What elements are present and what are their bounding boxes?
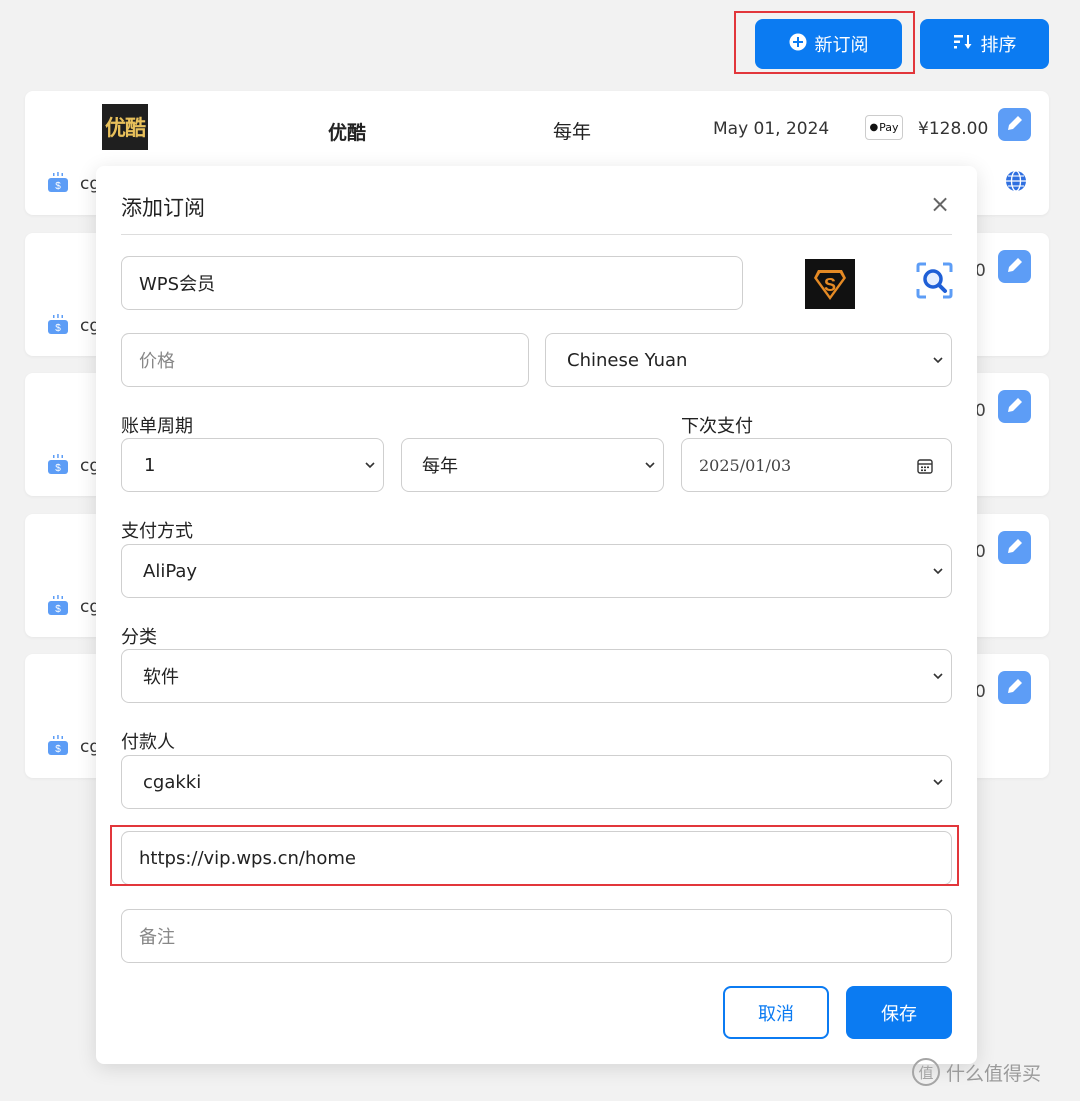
notes-input[interactable]: 备注 [121, 909, 952, 963]
edit-button[interactable] [998, 390, 1031, 423]
pencil-icon [1005, 395, 1025, 419]
currency-select-value: Chinese Yuan [567, 349, 688, 371]
chevron-down-icon [933, 779, 943, 786]
chevron-down-icon [365, 462, 375, 469]
apple-pay-badge: ● Pay [865, 115, 903, 140]
edit-button[interactable] [998, 531, 1031, 564]
subscription-date: May 01, 2024 [713, 119, 830, 139]
url-input-value: https://vip.wps.cn/home [139, 847, 356, 869]
name-input-value: WPS会员 [139, 274, 216, 295]
billing-unit-select[interactable]: 每年 [401, 438, 664, 492]
chevron-down-icon [933, 357, 943, 364]
save-button[interactable]: 保存 [846, 986, 952, 1039]
image-search-icon[interactable] [916, 262, 953, 299]
new-subscription-label: 新订阅 [814, 35, 869, 56]
new-subscription-button[interactable]: 新订阅 [755, 19, 902, 69]
money-icon: $ [48, 595, 68, 615]
payment-method-select[interactable]: AliPay [121, 544, 952, 598]
subscription-logo[interactable]: S [805, 259, 855, 309]
globe-icon[interactable] [1005, 170, 1027, 192]
billing-count-select[interactable]: 1 [121, 438, 384, 492]
category-select[interactable]: 软件 [121, 649, 952, 703]
cancel-button[interactable]: 取消 [723, 986, 829, 1039]
category-label: 分类 [121, 627, 157, 648]
pencil-icon [1005, 255, 1025, 279]
svg-text:$: $ [55, 463, 61, 474]
watermark-text: 什么值得买 [946, 1062, 1042, 1085]
pencil-icon [1005, 536, 1025, 560]
next-payment-date-input[interactable]: 2025/01/03 [681, 438, 952, 492]
money-icon: $ [48, 454, 68, 474]
edit-button[interactable] [998, 671, 1031, 704]
watermark-logo-icon: 值 [912, 1058, 940, 1086]
sort-icon [953, 33, 973, 56]
svg-text:S: S [824, 275, 836, 295]
currency-select[interactable]: Chinese Yuan [545, 333, 952, 387]
next-payment-date-value: 2025/01/03 [699, 455, 792, 475]
name-input[interactable]: WPS会员 [121, 256, 743, 310]
chevron-down-icon [645, 462, 655, 469]
billing-unit-value: 每年 [422, 456, 458, 477]
svg-text:$: $ [55, 181, 61, 192]
edit-button[interactable] [998, 108, 1031, 141]
pencil-icon [1005, 676, 1025, 700]
chevron-down-icon [933, 568, 943, 575]
close-icon[interactable]: × [930, 192, 950, 216]
subscription-name: 优酷 [328, 122, 367, 144]
subscription-price: ¥128.00 [918, 119, 989, 139]
category-value: 软件 [143, 667, 179, 688]
url-input[interactable]: https://vip.wps.cn/home [121, 831, 952, 885]
calendar-icon[interactable] [917, 458, 933, 474]
payer-value: cgakki [143, 771, 202, 793]
payment-method-label: 支付方式 [121, 521, 193, 542]
svg-text:$: $ [55, 744, 61, 755]
wps-logo-icon: S [814, 270, 846, 300]
apple-icon: ● [869, 122, 879, 133]
subscription-cycle: 每年 [553, 121, 592, 143]
chevron-down-icon [933, 673, 943, 680]
svg-text:$: $ [55, 323, 61, 334]
money-icon: $ [48, 172, 68, 192]
svg-text:$: $ [55, 604, 61, 615]
money-icon: $ [48, 314, 68, 334]
watermark: 值 什么值得买 [912, 1058, 1041, 1086]
payment-method-value: AliPay [143, 560, 198, 582]
edit-button[interactable] [998, 250, 1031, 283]
billing-cycle-label: 账单周期 [121, 416, 193, 437]
next-payment-label: 下次支付 [681, 416, 753, 437]
notes-input-placeholder: 备注 [139, 927, 175, 948]
price-input-placeholder: 价格 [139, 351, 175, 372]
payer-label: 付款人 [121, 732, 175, 753]
youku-logo: 优酷 [102, 104, 148, 150]
billing-count-value: 1 [144, 454, 156, 476]
money-icon: $ [48, 735, 68, 755]
pencil-icon [1005, 113, 1025, 137]
modal-divider [121, 234, 952, 235]
plus-circle-icon [789, 33, 807, 56]
sort-label: 排序 [980, 35, 1017, 56]
add-subscription-modal: 添加订阅 × WPS会员 S 价格 Chinese Yuan 账单周期 下次支付… [96, 166, 977, 1064]
modal-title: 添加订阅 [121, 196, 205, 220]
sort-button[interactable]: 排序 [920, 19, 1049, 69]
price-input[interactable]: 价格 [121, 333, 529, 387]
payer-select[interactable]: cgakki [121, 755, 952, 809]
